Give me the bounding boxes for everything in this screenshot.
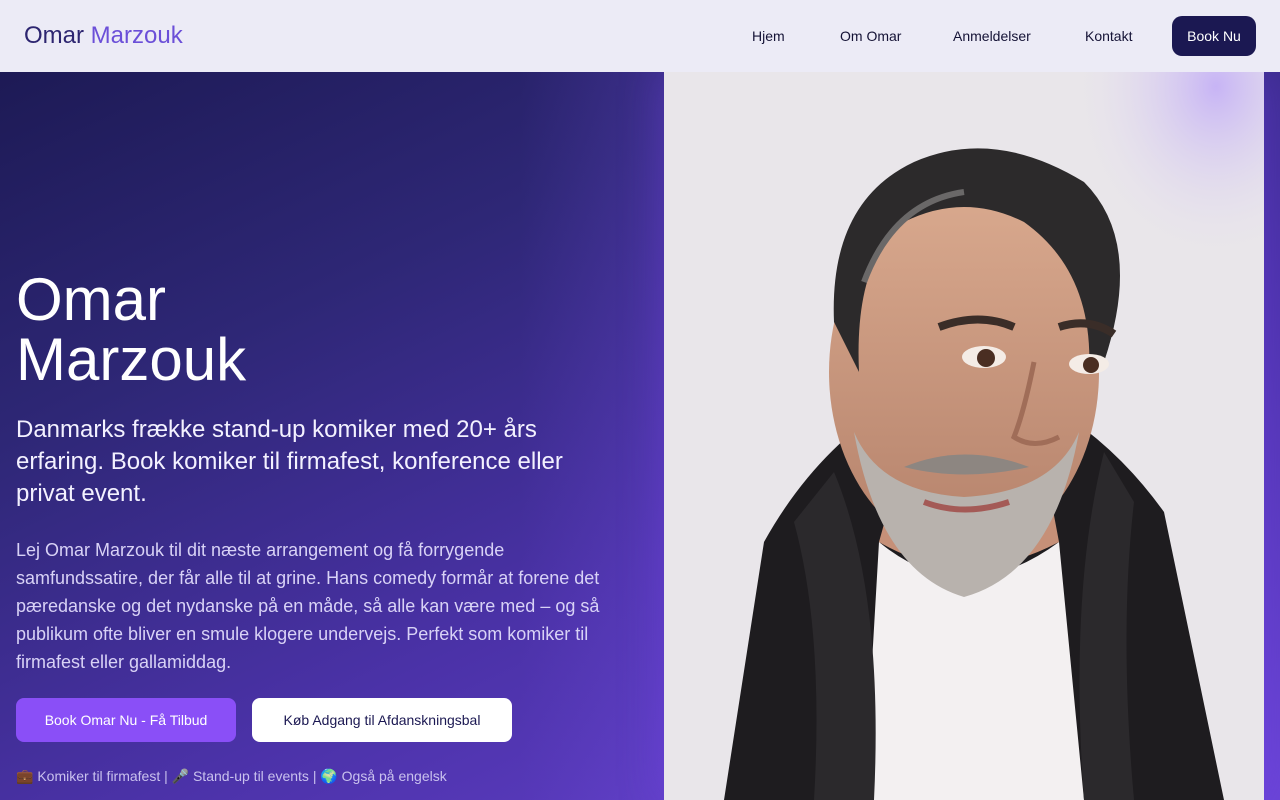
buy-ticket-cta-button[interactable]: Køb Adgang til Afdanskningsbal: [252, 698, 512, 742]
nav-link-om-omar[interactable]: Om Omar: [840, 27, 901, 45]
hero-title: Omar Marzouk: [16, 270, 436, 390]
nav-link-hjem[interactable]: Hjem: [752, 27, 785, 45]
hero-section: Omar Marzouk Danmarks frække stand-up ko…: [0, 72, 1280, 800]
nav-link-kontakt[interactable]: Kontakt: [1085, 27, 1132, 45]
hero-title-line1: Omar: [16, 266, 166, 333]
portrait-photo: [664, 72, 1264, 800]
hero-subtitle: Danmarks frække stand-up komiker med 20+…: [16, 416, 563, 507]
portrait-illustration: [664, 72, 1264, 800]
main-nav: Hjem Om Omar Anmeldelser Kontakt Book Nu: [0, 0, 1280, 72]
hero-tagline: 💼 Komiker til firmafest | 🎤 Stand-up til…: [16, 768, 447, 784]
top-navbar: Omar Marzouk Hjem Om Omar Anmeldelser Ko…: [0, 0, 1280, 72]
nav-link-anmeldelser[interactable]: Anmeldelser: [953, 27, 1031, 45]
book-omar-cta-button[interactable]: Book Omar Nu - Få Tilbud: [16, 698, 236, 742]
book-now-button[interactable]: Book Nu: [1172, 16, 1256, 56]
hero-title-line2: Marzouk: [16, 326, 247, 393]
hero-description: Lej Omar Marzouk til dit næste arrangeme…: [16, 540, 600, 672]
